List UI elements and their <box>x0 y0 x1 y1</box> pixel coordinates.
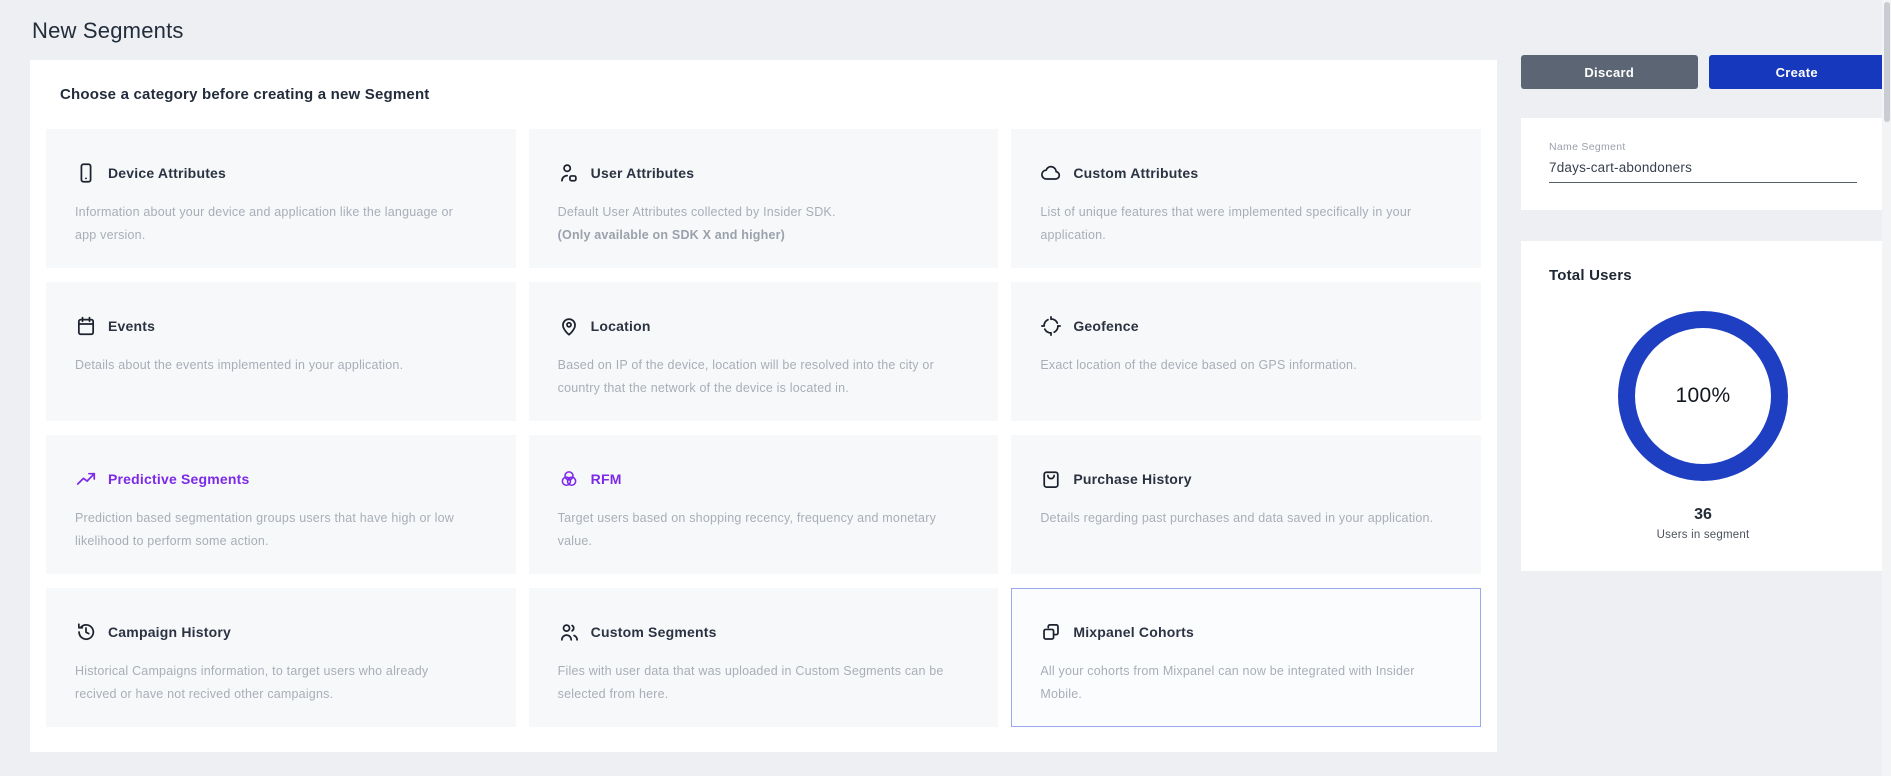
category-title: Location <box>591 318 651 334</box>
category-description: Exact location of the device based on GP… <box>1040 354 1435 377</box>
category-panel: Choose a category before creating a new … <box>30 60 1497 752</box>
panel-heading: Choose a category before creating a new … <box>60 86 1481 103</box>
category-description: Default User Attributes collected by Ins… <box>558 201 953 247</box>
category-title: Purchase History <box>1073 471 1191 487</box>
category-card-device-attributes[interactable]: Device Attributes Information about your… <box>46 129 516 268</box>
sidebar: Discard Create Name Segment Total Users … <box>1521 16 1885 776</box>
category-card-rfm[interactable]: RFM Target users based on shopping recen… <box>529 435 999 574</box>
category-title: Predictive Segments <box>108 471 250 487</box>
category-title: Campaign History <box>108 624 231 640</box>
category-card-geofence[interactable]: Geofence Exact location of the device ba… <box>1011 282 1481 421</box>
category-card-campaign-history[interactable]: Campaign History Historical Campaigns in… <box>46 588 516 727</box>
user-badge-icon <box>558 162 580 184</box>
donut-percent-label: 100% <box>1676 384 1731 408</box>
category-card-user-attributes[interactable]: User Attributes Default User Attributes … <box>529 129 999 268</box>
category-description: Prediction based segmentation groups use… <box>75 507 470 553</box>
name-segment-label: Name Segment <box>1549 141 1857 153</box>
category-card-purchase-history[interactable]: Purchase History Details regarding past … <box>1011 435 1481 574</box>
total-users-card: Total Users 100% 36 Users in segment <box>1521 241 1885 571</box>
category-card-custom-segments[interactable]: Custom Segments Files with user data tha… <box>529 588 999 727</box>
geofence-crosshair-icon <box>1040 315 1062 337</box>
category-title: Events <box>108 318 155 334</box>
category-description: Information about your device and applic… <box>75 201 470 247</box>
category-description: All your cohorts from Mixpanel can now b… <box>1040 660 1435 706</box>
mobile-icon <box>75 162 97 184</box>
calendar-icon <box>75 315 97 337</box>
category-title: Custom Attributes <box>1073 165 1198 181</box>
category-card-events[interactable]: Events Details about the events implemen… <box>46 282 516 421</box>
category-title: Device Attributes <box>108 165 226 181</box>
page-title: New Segments <box>32 18 1497 44</box>
shopping-bag-icon <box>1040 468 1062 490</box>
name-segment-card: Name Segment <box>1521 118 1885 210</box>
discard-button[interactable]: Discard <box>1521 55 1698 89</box>
category-card-custom-attributes[interactable]: Custom Attributes List of unique feature… <box>1011 129 1481 268</box>
category-title: Mixpanel Cohorts <box>1073 624 1194 640</box>
main-content: New Segments Choose a category before cr… <box>30 16 1497 776</box>
category-description: Based on IP of the device, location will… <box>558 354 953 400</box>
category-grid: Device Attributes Information about your… <box>46 129 1481 727</box>
category-description: List of unique features that were implem… <box>1040 201 1435 247</box>
action-buttons: Discard Create <box>1521 55 1885 89</box>
category-description: Target users based on shopping recency, … <box>558 507 953 553</box>
users-in-segment-count: 36 <box>1549 506 1857 524</box>
category-title: User Attributes <box>591 165 695 181</box>
map-pin-icon <box>558 315 580 337</box>
venn-circles-icon <box>558 468 580 490</box>
category-card-location[interactable]: Location Based on IP of the device, loca… <box>529 282 999 421</box>
overlapping-squares-icon <box>1040 621 1062 643</box>
category-description: Details regarding past purchases and dat… <box>1040 507 1435 530</box>
category-title: Geofence <box>1073 318 1138 334</box>
name-segment-input[interactable] <box>1549 160 1857 183</box>
total-users-title: Total Users <box>1549 267 1857 284</box>
total-users-donut-chart: 100% <box>1618 311 1788 481</box>
scrollbar[interactable] <box>1882 0 1891 776</box>
users-in-segment-caption: Users in segment <box>1549 529 1857 541</box>
users-icon <box>558 621 580 643</box>
trending-up-icon <box>75 468 97 490</box>
history-clock-icon <box>75 621 97 643</box>
category-title: Custom Segments <box>591 624 717 640</box>
category-description: Historical Campaigns information, to tar… <box>75 660 470 706</box>
scrollbar-thumb[interactable] <box>1884 2 1890 122</box>
category-description: Details about the events implemented in … <box>75 354 470 377</box>
category-description: Files with user data that was uploaded i… <box>558 660 953 706</box>
page: New Segments Choose a category before cr… <box>0 0 1891 776</box>
category-title: RFM <box>591 471 622 487</box>
category-card-predictive-segments[interactable]: Predictive Segments Prediction based seg… <box>46 435 516 574</box>
category-card-mixpanel-cohorts[interactable]: Mixpanel Cohorts All your cohorts from M… <box>1011 588 1481 727</box>
cloud-icon <box>1040 162 1062 184</box>
create-button[interactable]: Create <box>1709 55 1886 89</box>
